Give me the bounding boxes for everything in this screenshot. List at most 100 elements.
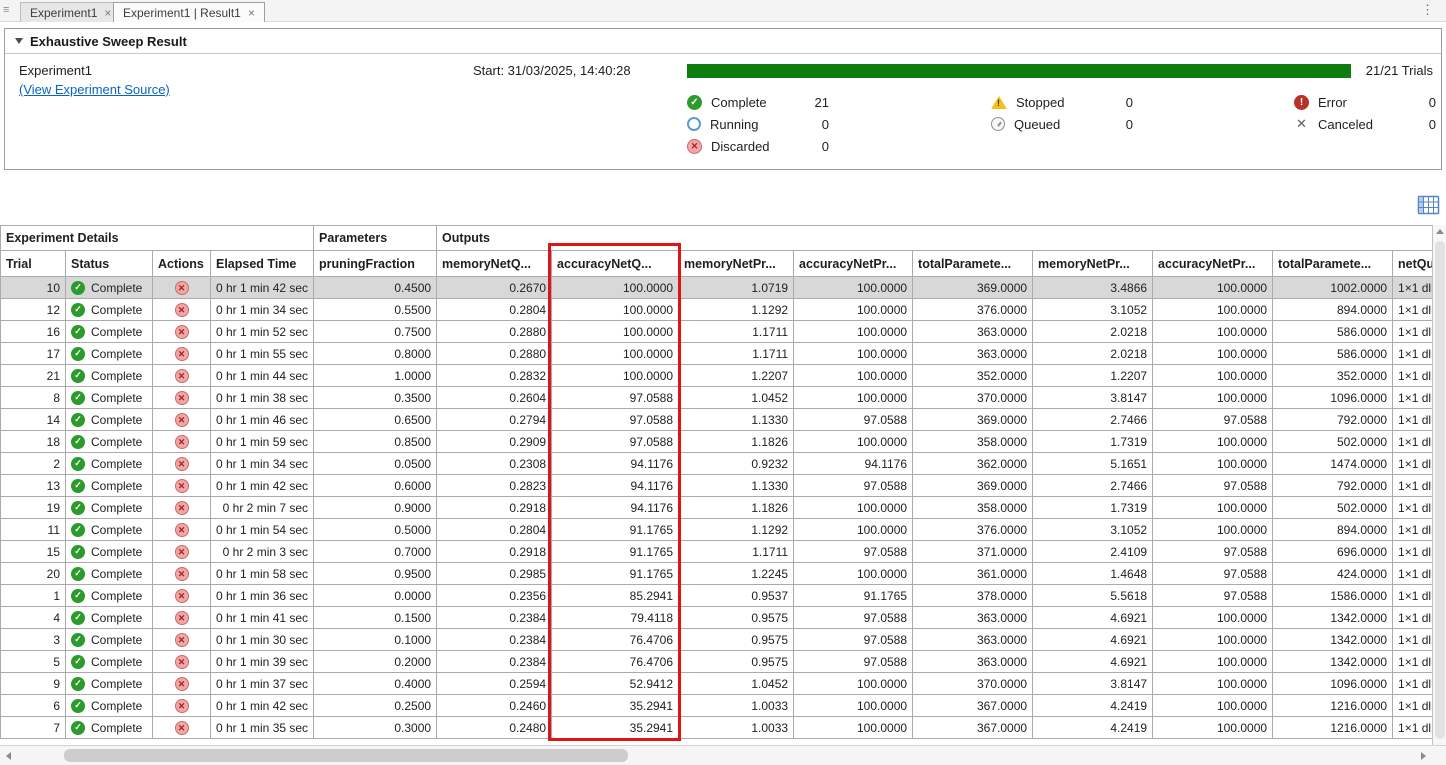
table-row[interactable]: 15Complete0 hr 2 min 3 sec0.70000.291891… <box>1 541 1433 563</box>
status-text: Complete <box>91 677 142 691</box>
cell: 0.2832 <box>437 365 552 387</box>
column-header[interactable]: accuracyNetPr... <box>794 251 913 277</box>
cell: 0 hr 1 min 42 sec <box>211 475 314 497</box>
discard-trial-icon[interactable] <box>175 633 189 647</box>
table-row[interactable]: 17Complete0 hr 1 min 55 sec0.80000.28801… <box>1 343 1433 365</box>
table-row[interactable]: 9Complete0 hr 1 min 37 sec0.40000.259452… <box>1 673 1433 695</box>
table-row[interactable]: 4Complete0 hr 1 min 41 sec0.15000.238479… <box>1 607 1433 629</box>
table-row[interactable]: 6Complete0 hr 1 min 42 sec0.25000.246035… <box>1 695 1433 717</box>
discard-trial-icon[interactable] <box>175 545 189 559</box>
discard-trial-icon[interactable] <box>175 567 189 581</box>
discard-trial-icon[interactable] <box>175 589 189 603</box>
column-header[interactable]: Actions <box>153 251 211 277</box>
column-header[interactable]: netQuan <box>1393 251 1433 277</box>
table-row[interactable]: 13Complete0 hr 1 min 42 sec0.60000.28239… <box>1 475 1433 497</box>
table-row[interactable]: 21Complete0 hr 1 min 44 sec1.00000.28321… <box>1 365 1433 387</box>
table-row[interactable]: 1Complete0 hr 1 min 36 sec0.00000.235685… <box>1 585 1433 607</box>
horizontal-scrollbar[interactable] <box>0 745 1446 765</box>
cell: 15 <box>1 541 66 563</box>
column-header[interactable]: memoryNetPr... <box>679 251 794 277</box>
vertical-scrollbar[interactable] <box>1432 225 1446 745</box>
discard-trial-icon[interactable] <box>175 457 189 471</box>
canceled-icon <box>1294 117 1309 132</box>
column-header[interactable]: memoryNetPr... <box>1033 251 1153 277</box>
discard-trial-icon[interactable] <box>175 479 189 493</box>
column-header[interactable]: memoryNetQ... <box>437 251 552 277</box>
cell: 100.0000 <box>552 321 679 343</box>
collapse-arrow-icon[interactable] <box>15 38 23 44</box>
column-header[interactable]: totalParamete... <box>1273 251 1393 277</box>
view-experiment-source-link[interactable]: (View Experiment Source) <box>19 82 170 97</box>
discard-trial-icon[interactable] <box>175 325 189 339</box>
cell: 100.0000 <box>552 299 679 321</box>
scroll-left-icon[interactable] <box>6 752 11 760</box>
cell <box>153 541 211 563</box>
discard-trial-icon[interactable] <box>175 721 189 735</box>
scroll-right-icon[interactable] <box>1421 752 1426 760</box>
cell: 0.9537 <box>679 585 794 607</box>
column-header[interactable]: Status <box>66 251 153 277</box>
cell: 1.4648 <box>1033 563 1153 585</box>
discard-trial-icon[interactable] <box>175 347 189 361</box>
table-row[interactable]: 12Complete0 hr 1 min 34 sec0.55000.28041… <box>1 299 1433 321</box>
scroll-up-icon[interactable] <box>1436 229 1444 234</box>
status-legend-column-2: Stopped 0 Queued 0 <box>991 91 1133 135</box>
table-row[interactable]: 11Complete0 hr 1 min 54 sec0.50000.28049… <box>1 519 1433 541</box>
cell: 5 <box>1 651 66 673</box>
status-text: Complete <box>91 721 142 735</box>
cell: 0.4500 <box>314 277 437 299</box>
table-row[interactable]: 8Complete0 hr 1 min 38 sec0.35000.260497… <box>1 387 1433 409</box>
cell: 0 hr 1 min 35 sec <box>211 717 314 739</box>
tab-experiment1-result1[interactable]: Experiment1 | Result1 × <box>113 2 265 22</box>
discard-trial-icon[interactable] <box>175 655 189 669</box>
table-row[interactable]: 3Complete0 hr 1 min 30 sec0.10000.238476… <box>1 629 1433 651</box>
discard-trial-icon[interactable] <box>175 413 189 427</box>
vertical-scrollbar-thumb[interactable] <box>1435 241 1445 739</box>
discard-trial-icon[interactable] <box>175 303 189 317</box>
discard-trial-icon[interactable] <box>175 611 189 625</box>
discard-trial-icon[interactable] <box>175 677 189 691</box>
table-row[interactable]: 7Complete0 hr 1 min 35 sec0.30000.248035… <box>1 717 1433 739</box>
cell: 1.1711 <box>679 321 794 343</box>
tab-strip-menu-icon[interactable]: ≡ <box>3 4 12 17</box>
discard-trial-icon[interactable] <box>175 699 189 713</box>
cell: 0 hr 1 min 39 sec <box>211 651 314 673</box>
close-tab-icon[interactable]: × <box>104 6 111 20</box>
cell: 1342.0000 <box>1273 651 1393 673</box>
discard-trial-icon[interactable] <box>175 523 189 537</box>
discard-trial-icon[interactable] <box>175 501 189 515</box>
column-header[interactable]: accuracyNetQ... <box>552 251 679 277</box>
table-row[interactable]: 20Complete0 hr 1 min 58 sec0.95000.29859… <box>1 563 1433 585</box>
cell: 1.1826 <box>679 497 794 519</box>
column-header[interactable]: totalParamete... <box>913 251 1033 277</box>
complete-icon <box>71 281 85 295</box>
table-row[interactable]: 18Complete0 hr 1 min 59 sec0.85000.29099… <box>1 431 1433 453</box>
table-row[interactable]: 16Complete0 hr 1 min 52 sec0.75000.28801… <box>1 321 1433 343</box>
column-header[interactable]: pruningFraction <box>314 251 437 277</box>
status-label: Error <box>1318 95 1401 110</box>
discard-trial-icon[interactable] <box>175 369 189 383</box>
discard-trial-icon[interactable] <box>175 391 189 405</box>
cell: 0 hr 1 min 58 sec <box>211 563 314 585</box>
cell: 0.4000 <box>314 673 437 695</box>
cell: 1×1 dlne <box>1393 321 1433 343</box>
more-options-icon[interactable]: ⋮ <box>1421 2 1434 18</box>
table-row[interactable]: 14Complete0 hr 1 min 46 sec0.65000.27949… <box>1 409 1433 431</box>
column-header[interactable]: accuracyNetPr... <box>1153 251 1273 277</box>
column-header[interactable]: Trial <box>1 251 66 277</box>
close-tab-icon[interactable]: × <box>248 6 255 20</box>
table-row[interactable]: 10Complete0 hr 1 min 42 sec0.45000.26701… <box>1 277 1433 299</box>
table-row[interactable]: 5Complete0 hr 1 min 39 sec0.20000.238476… <box>1 651 1433 673</box>
cell: 0 hr 1 min 30 sec <box>211 629 314 651</box>
export-table-icon[interactable] <box>1417 194 1440 216</box>
discard-trial-icon[interactable] <box>175 281 189 295</box>
discard-trial-icon[interactable] <box>175 435 189 449</box>
cell: 100.0000 <box>1153 431 1273 453</box>
tab-experiment1[interactable]: Experiment1 × <box>20 2 121 22</box>
table-row[interactable]: 19Complete0 hr 2 min 7 sec0.90000.291894… <box>1 497 1433 519</box>
table-row[interactable]: 2Complete0 hr 1 min 34 sec0.05000.230894… <box>1 453 1433 475</box>
status-text: Complete <box>91 501 142 515</box>
horizontal-scrollbar-thumb[interactable] <box>64 749 628 762</box>
cell: 91.1765 <box>552 541 679 563</box>
column-header[interactable]: Elapsed Time <box>211 251 314 277</box>
